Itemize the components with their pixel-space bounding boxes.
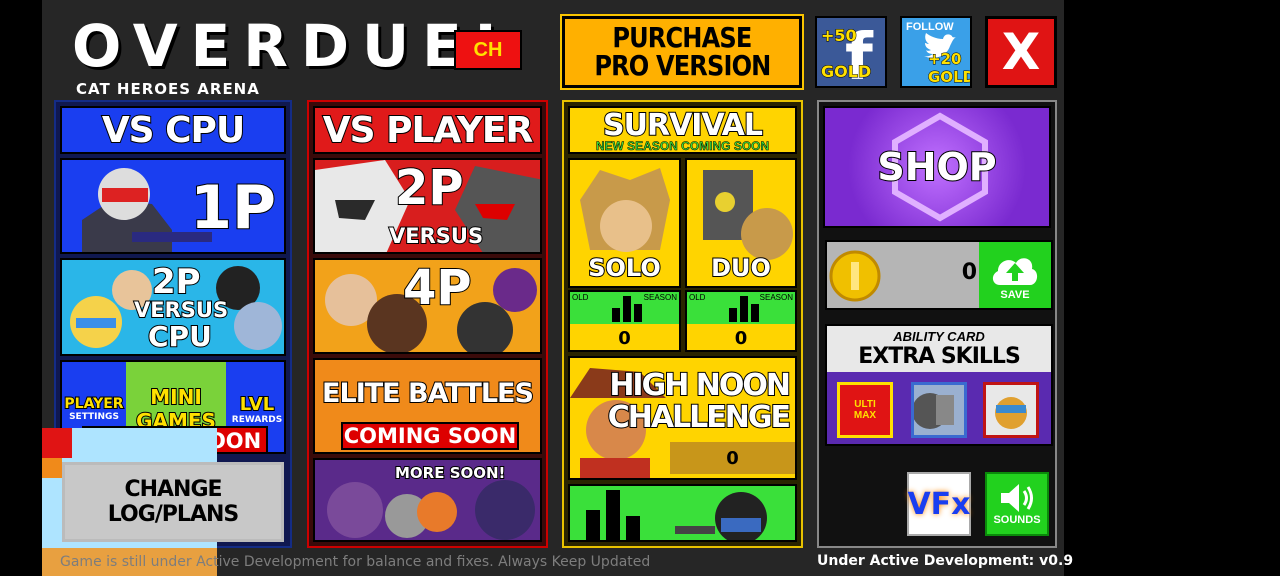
- vs-cpu-2p-label: 2P: [151, 261, 202, 303]
- duo-score: 0: [734, 328, 748, 349]
- purchase-line2: PRO VERSION: [593, 49, 771, 82]
- skill-slot-cat[interactable]: [983, 382, 1039, 438]
- game-subtitle: CAT HEROES ARENA: [76, 80, 260, 98]
- cat-hero-icon: [995, 397, 1027, 429]
- high-noon-challenge-button[interactable]: HIGH NOON CHALLENGE 0: [568, 356, 797, 480]
- solo-season-label: SEASON: [643, 293, 677, 302]
- bar-chart-icon: [729, 296, 759, 322]
- facebook-reward-button[interactable]: f +50 GOLD: [815, 16, 887, 88]
- extra-skills-label: EXTRA SKILLS: [858, 344, 1021, 369]
- survival-panel: SURVIVAL NEW SEASON COMING SOON SOLO DUO…: [562, 100, 803, 548]
- twitter-follow-button[interactable]: FOLLOW +20 GOLD: [900, 16, 972, 88]
- duo-season-label: SEASON: [759, 293, 793, 302]
- elite-battles-button[interactable]: ELITE BATTLES COMING SOON: [313, 358, 542, 454]
- ninja-hero-icon: [675, 492, 767, 540]
- elite-battles-label: ELITE BATTLES: [321, 377, 535, 410]
- shop-label: SHOP: [876, 144, 997, 190]
- purchase-pro-button[interactable]: PURCHASE PRO VERSION: [560, 14, 804, 90]
- sounds-button[interactable]: SOUNDS: [985, 472, 1049, 536]
- changelog-button[interactable]: CHANGE LOG/PLANS: [62, 462, 284, 542]
- facebook-gold-label: GOLD: [820, 62, 872, 82]
- duo-label: DUO: [710, 253, 772, 283]
- sounds-label: SOUNDS: [993, 514, 1041, 526]
- duo-score-box: OLD SEASON 0: [685, 290, 797, 352]
- ability-card-label: ABILITY CARD: [893, 329, 985, 344]
- vs-cpu-1p-button[interactable]: 1P: [60, 158, 286, 254]
- vs-cpu-1p-label: 1P: [189, 172, 277, 244]
- more-soon-label: MORE SOON!: [394, 463, 506, 483]
- cloud-upload-icon: [992, 258, 1038, 285]
- speaker-icon: [1001, 484, 1033, 512]
- survival-solo-button[interactable]: SOLO: [568, 158, 681, 288]
- shop-button[interactable]: SHOP: [823, 106, 1051, 228]
- solo-label: SOLO: [587, 253, 662, 283]
- vs-player-panel: VS PLAYER 2P VERSUS 4P ELITE BATTLES COM…: [307, 100, 548, 548]
- vs-player-4p-label: 4P: [402, 260, 473, 317]
- duo-old-label: OLD: [689, 293, 706, 302]
- ability-card-header: ABILITY CARD EXTRA SKILLS: [827, 326, 1051, 372]
- save-label: SAVE: [1000, 289, 1030, 301]
- sidebar-panel: SHOP 0 SAVE ABILITY CARD EXTRA SKILLS UL…: [817, 100, 1057, 548]
- vs-cpu-2p-button[interactable]: 2P VERSUS CPU: [60, 258, 286, 356]
- mini-games-top: MINI: [149, 384, 203, 410]
- vs-player-4p-button[interactable]: 4P: [313, 258, 542, 354]
- purchase-line1: PURCHASE: [612, 21, 752, 54]
- skill-slot-saw[interactable]: [911, 382, 967, 438]
- survival-title: SURVIVAL: [602, 108, 764, 144]
- lvl-rewards-top: LVL: [239, 393, 275, 416]
- solo-score: 0: [618, 328, 631, 349]
- ulti-line1: ULTI: [854, 399, 876, 410]
- vs-player-2p-label: 2P: [394, 160, 465, 217]
- leaderboard-button[interactable]: [568, 484, 797, 542]
- gold-amount: 0: [961, 260, 977, 285]
- solo-old-label: OLD: [572, 293, 589, 302]
- high-noon-score-box: 0: [670, 442, 795, 474]
- ability-card-panel: ABILITY CARD EXTRA SKILLS ULTI MAX: [825, 324, 1053, 446]
- language-button[interactable]: CH: [454, 30, 522, 70]
- high-noon-score: 0: [726, 447, 739, 469]
- gold-coin-icon: [829, 250, 881, 302]
- close-button[interactable]: X: [985, 16, 1057, 88]
- vs-cpu-versus-label: VERSUS: [133, 297, 229, 323]
- more-soon-panel: MORE SOON!: [313, 458, 542, 542]
- facebook-reward-amount: +50: [821, 26, 858, 46]
- high-noon-line1: HIGH NOON: [608, 367, 792, 404]
- gold-display: 0 SAVE: [825, 240, 1053, 310]
- twitter-reward-amount: +20: [927, 50, 962, 69]
- vs-cpu-cpu-label: CPU: [147, 319, 213, 354]
- leaderboard-icon: [586, 490, 640, 540]
- skill-slot-ulti-max[interactable]: ULTI MAX: [837, 382, 893, 438]
- bar-chart-icon: [612, 296, 642, 322]
- player-settings-top: PLAYER: [63, 395, 124, 413]
- pixel-orange-block: [42, 458, 62, 478]
- vs-player-2p-button[interactable]: 2P VERSUS: [313, 158, 542, 254]
- vfx-button[interactable]: VFx: [907, 472, 971, 536]
- player-settings-bottom: SETTINGS: [69, 412, 119, 422]
- vs-player-versus-label: VERSUS: [388, 223, 484, 249]
- version-label: Under Active Development: v0.9: [817, 553, 1074, 569]
- vs-cpu-title: VS CPU: [60, 106, 286, 154]
- twitter-gold-label: GOLD: [927, 68, 972, 87]
- high-noon-line2: CHALLENGE: [607, 399, 792, 436]
- vfx-label: VFx: [907, 486, 971, 522]
- footer-notice: Game is still under Active Development f…: [60, 554, 651, 570]
- survival-duo-button[interactable]: DUO: [685, 158, 797, 288]
- ulti-line2: MAX: [853, 410, 877, 421]
- elite-coming-soon-banner: COMING SOON: [341, 422, 519, 450]
- survival-header: SURVIVAL NEW SEASON COMING SOON: [568, 106, 797, 154]
- survival-subtitle: NEW SEASON COMING SOON: [595, 139, 770, 153]
- solo-score-box: OLD SEASON 0: [568, 290, 681, 352]
- vs-player-title: VS PLAYER: [313, 106, 542, 154]
- pixel-red-block: [42, 428, 72, 458]
- save-button[interactable]: SAVE: [979, 242, 1051, 308]
- lvl-rewards-bottom: REWARDS: [231, 414, 283, 425]
- saw-blade-icon: [912, 393, 954, 429]
